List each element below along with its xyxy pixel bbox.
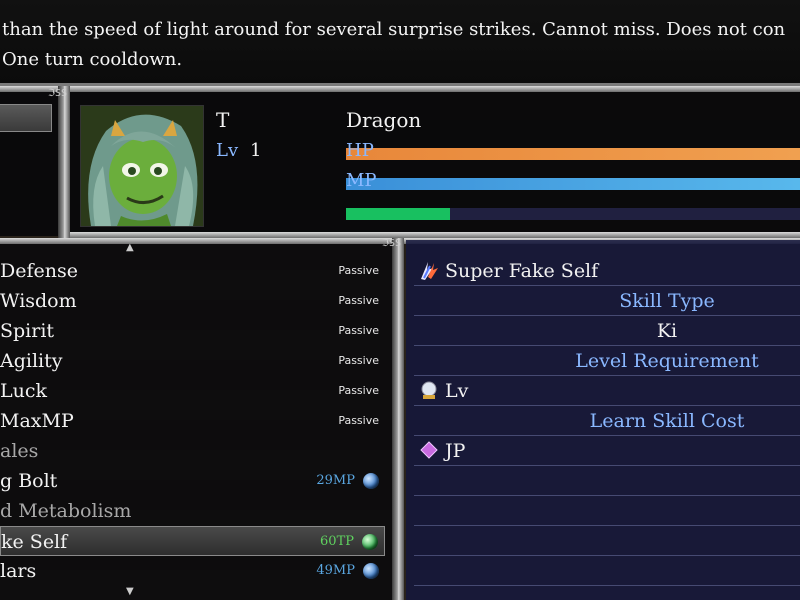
skill-cost: Passive [338,384,379,397]
skill-name: ke Self [1,531,68,553]
skill-name: g Bolt [0,470,58,492]
mp-gauge-fill [346,178,800,190]
skill-name: Defense [0,260,78,282]
detail-row [414,376,800,406]
skill-name: Luck [0,380,48,402]
skill-row[interactable]: Wisdom Passive [0,286,385,316]
skill-row[interactable]: Defense Passive [0,256,385,286]
skill-name: Wisdom [0,290,77,312]
detail-row [414,466,800,496]
skill-row[interactable]: MaxMP Passive [0,406,385,436]
detail-skill-name: Super Fake Self [445,260,599,282]
skill-type-label: Skill Type [619,290,715,312]
lightning-wing-icon [418,259,440,281]
center-rail [392,238,404,600]
skill-row[interactable]: Luck Passive [0,376,385,406]
mp-gauge [346,178,800,190]
skill-row[interactable]: Agility Passive [0,346,385,376]
corner-mark-top: ℑSS [48,88,68,99]
skill-row-selected[interactable]: ke Self 60TP [0,526,385,556]
skill-type-value: Ki [656,320,678,342]
skill-row[interactable]: g Bolt 29MP [0,466,385,496]
detail-row [414,436,800,466]
tp-gauge [346,208,800,220]
skill-row[interactable]: d Metabolism [0,496,385,526]
status-left-rail [58,86,70,240]
actor-name: T [216,108,230,132]
learn-skill-cost-label: Learn Skill Cost [589,410,745,432]
skill-cost: Passive [338,264,379,277]
hp-gauge-fill [346,148,800,160]
skill-cost: Passive [338,414,379,427]
skill-cost: Passive [338,324,379,337]
skill-row[interactable]: lars 49MP [0,556,385,586]
skill-row[interactable]: ales [0,436,385,466]
tp-gauge-fill [346,208,451,220]
level-label: Lv [216,140,239,161]
skill-name: d Metabolism [0,500,132,522]
mp-label: MP [346,170,377,191]
skill-name: MaxMP [0,410,74,432]
level-requirement-value: Lv [445,380,469,402]
tp-orb-icon [362,534,378,550]
mp-orb-icon [363,473,379,489]
level-value: 1 [250,140,262,161]
skill-name: Agility [0,350,63,372]
skill-row[interactable]: Spirit Passive [0,316,385,346]
scroll-down-arrow[interactable]: ▼ [126,586,134,597]
level-requirement-label: Level Requirement [575,350,759,372]
skill-cost: 29MP [316,473,355,488]
mp-orb-icon [363,563,379,579]
detail-row [414,496,800,526]
skill-cost: Passive [338,294,379,307]
command-item-selected[interactable] [0,104,52,132]
help-text-line-2: One turn cooldown. [2,49,183,70]
skill-cost: Passive [338,354,379,367]
hp-label: HP [346,140,374,161]
status-top-border [0,86,800,92]
purple-diamond-icon [418,439,440,461]
crystal-ball-icon [418,379,440,401]
skill-name: Spirit [0,320,55,342]
detail-row [414,556,800,586]
detail-row [414,526,800,556]
help-text-line-1: than the speed of light around for sever… [2,19,786,40]
skill-name: ales [0,440,39,462]
learn-skill-cost-value: JP [445,440,466,462]
actor-class: Dragon [346,108,422,132]
skill-cost: 60TP [320,534,354,549]
help-window: than the speed of light around for sever… [0,0,800,86]
skill-name: lars [0,560,37,582]
hp-gauge [346,148,800,160]
corner-mark-mid: ℑSS [382,238,402,249]
skill-cost: 49MP [316,563,355,578]
actor-portrait [80,105,204,227]
